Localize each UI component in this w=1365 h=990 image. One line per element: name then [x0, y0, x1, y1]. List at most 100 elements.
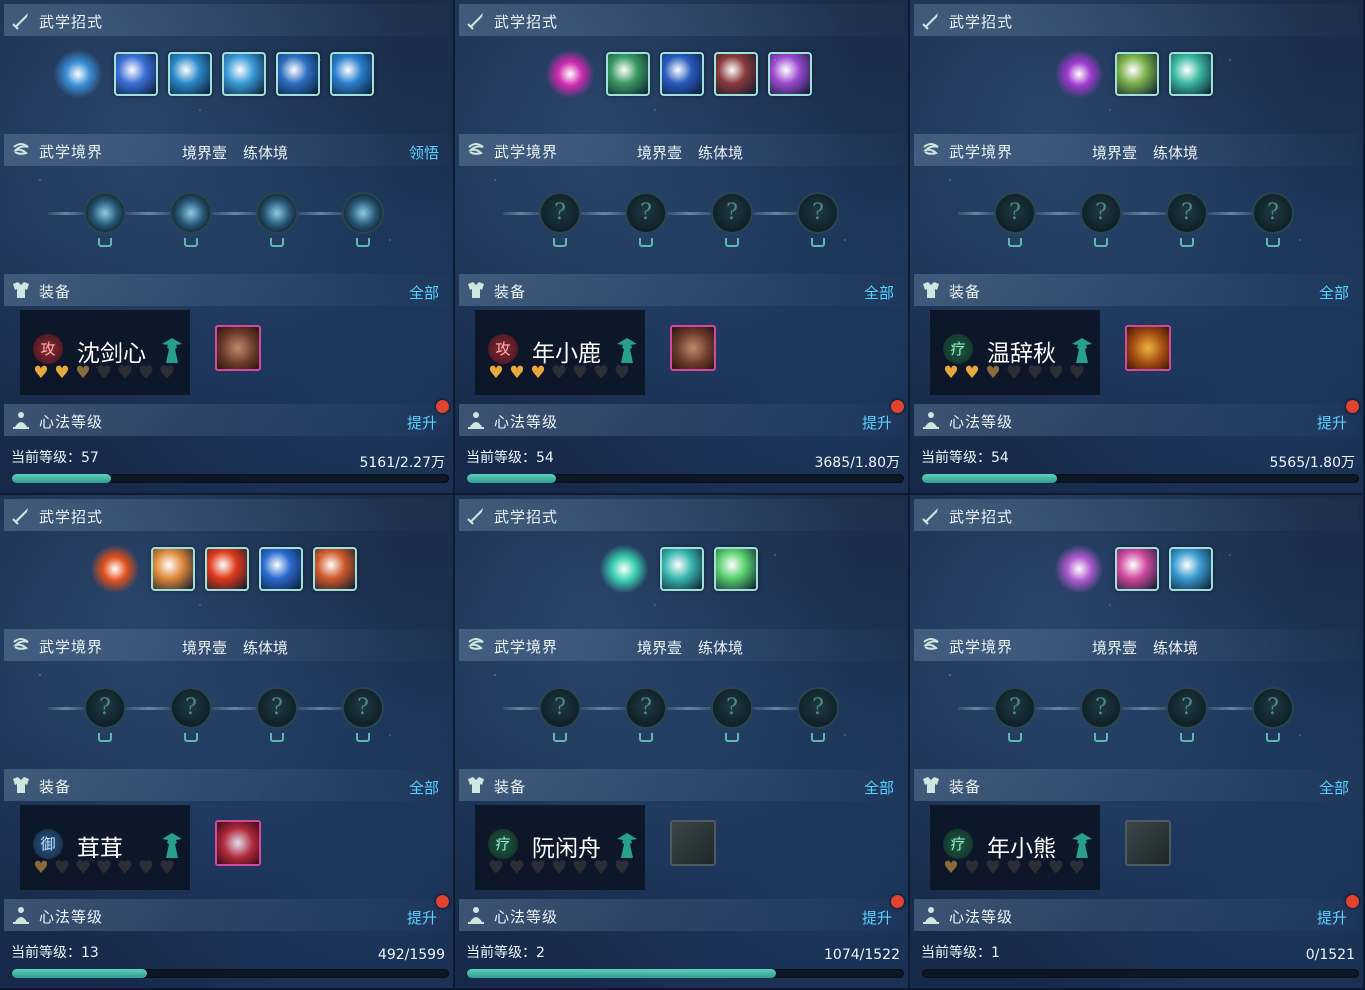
skill-icon[interactable] — [168, 52, 212, 96]
realm-locked-node[interactable]: ? — [1166, 687, 1208, 729]
realm-locked-node[interactable]: ? — [797, 192, 839, 234]
realm-skill-node[interactable] — [342, 192, 384, 234]
hero-card[interactable]: 攻 沈剑心 ♥ ♥ ♥ ♥ ♥ ♥ ♥ — [20, 310, 190, 395]
skill-icon[interactable] — [768, 52, 812, 96]
realm-locked-node[interactable]: ? — [342, 687, 384, 729]
equipped-item[interactable] — [215, 820, 261, 866]
main-skill-icon[interactable] — [600, 545, 648, 593]
main-skill-icon[interactable] — [54, 50, 102, 98]
skill-icon[interactable] — [1169, 547, 1213, 591]
equip-all-button[interactable]: 全部 — [1319, 282, 1349, 303]
realm-connector — [753, 212, 799, 215]
upgrade-button[interactable]: 提升 — [1317, 907, 1347, 928]
realm-locked-node[interactable]: ? — [84, 687, 126, 729]
skill-icon[interactable] — [276, 52, 320, 96]
realm-skill-node[interactable] — [256, 192, 298, 234]
realm-name: 练体境 — [698, 639, 744, 657]
realm-locked-node[interactable]: ? — [994, 192, 1036, 234]
realm-locked-node[interactable]: ? — [1080, 192, 1122, 234]
hero-card[interactable]: 疗 阮闲舟 ♥ ♥ ♥ ♥ ♥ ♥ ♥ — [475, 805, 645, 890]
upgrade-button[interactable]: 提升 — [862, 907, 892, 928]
heart-empty-icon: ♥ — [593, 363, 609, 383]
equip-all-button[interactable]: 全部 — [1319, 777, 1349, 798]
equipped-item[interactable] — [1125, 820, 1171, 866]
main-skill-icon[interactable] — [546, 50, 594, 98]
swirl-icon — [468, 638, 484, 650]
realm-locked-node[interactable]: ? — [797, 687, 839, 729]
realm-locked-node[interactable]: ? — [256, 687, 298, 729]
equip-all-button[interactable]: 全部 — [864, 282, 894, 303]
notification-dot — [436, 400, 449, 413]
skill-icon[interactable] — [1115, 52, 1159, 96]
star-rating: ♥ ♥ ♥ ♥ ♥ ♥ ♥ — [487, 365, 634, 382]
upgrade-button[interactable]: 提升 — [1317, 412, 1347, 433]
realm-connector — [1122, 212, 1168, 215]
hero-figure-icon — [162, 833, 182, 858]
realm-locked-node[interactable]: ? — [170, 687, 212, 729]
skill-icon[interactable] — [205, 547, 249, 591]
heart-empty-icon: ♥ — [75, 858, 91, 878]
main-skill-icon[interactable] — [1055, 50, 1103, 98]
main-skill-icon[interactable] — [1055, 545, 1103, 593]
realm-connector — [503, 212, 539, 215]
realm-skill-node[interactable] — [84, 192, 126, 234]
character-panel-2: 武学招式 武学境界 境界壹 练体境 ???? 装备 全部 攻 年小鹿 ♥ ♥ ♥ ♥ ♥… — [455, 0, 908, 493]
skill-icon[interactable] — [151, 547, 195, 591]
skill-icon[interactable] — [222, 52, 266, 96]
equipped-item[interactable] — [1125, 325, 1171, 371]
skill-icon[interactable] — [606, 52, 650, 96]
heart-empty-icon: ♥ — [54, 858, 70, 878]
armor-icon — [13, 282, 29, 298]
skill-icon[interactable] — [114, 52, 158, 96]
hero-card[interactable]: 疗 年小熊 ♥ ♥ ♥ ♥ ♥ ♥ ♥ — [930, 805, 1100, 890]
hero-card[interactable]: 御 茸茸 ♥ ♥ ♥ ♥ ♥ ♥ ♥ — [20, 805, 190, 890]
skill-icon[interactable] — [330, 52, 374, 96]
realm-locked-node[interactable]: ? — [539, 687, 581, 729]
skills-header: 武学招式 — [914, 499, 1359, 531]
star-rating: ♥ ♥ ♥ ♥ ♥ ♥ ♥ — [32, 860, 179, 877]
skill-icon[interactable] — [660, 547, 704, 591]
equipped-item[interactable] — [670, 325, 716, 371]
realm-locked-node[interactable]: ? — [1252, 687, 1294, 729]
skill-icon[interactable] — [660, 52, 704, 96]
realm-locked-node[interactable]: ? — [1252, 192, 1294, 234]
notification-dot — [891, 400, 904, 413]
heart-title: 心法等级 — [494, 413, 559, 431]
node-marker-icon — [639, 733, 653, 742]
equip-all-button[interactable]: 全部 — [409, 282, 439, 303]
skill-icon[interactable] — [313, 547, 357, 591]
realm-locked-node[interactable]: ? — [711, 192, 753, 234]
hero-card[interactable]: 攻 年小鹿 ♥ ♥ ♥ ♥ ♥ ♥ ♥ — [475, 310, 645, 395]
realm-locked-node[interactable]: ? — [994, 687, 1036, 729]
question-icon: ? — [640, 695, 652, 720]
exp-value: 5161/2.27万 — [359, 455, 445, 471]
skills-title: 武学招式 — [39, 13, 104, 31]
upgrade-button[interactable]: 提升 — [407, 907, 437, 928]
realm-locked-node[interactable]: ? — [1080, 687, 1122, 729]
comprehend-button[interactable]: 领悟 — [409, 142, 439, 163]
hero-figure-icon — [617, 833, 637, 858]
upgrade-button[interactable]: 提升 — [862, 412, 892, 433]
skill-icon[interactable] — [714, 547, 758, 591]
upgrade-button[interactable]: 提升 — [407, 412, 437, 433]
realm-locked-node[interactable]: ? — [625, 687, 667, 729]
realm-title: 武学境界 — [949, 638, 1014, 656]
skill-icon[interactable] — [259, 547, 303, 591]
equipped-item[interactable] — [670, 820, 716, 866]
equipped-item[interactable] — [215, 325, 261, 371]
star-rating: ♥ ♥ ♥ ♥ ♥ ♥ ♥ — [942, 860, 1089, 877]
realm-locked-node[interactable]: ? — [1166, 192, 1208, 234]
skill-icon[interactable] — [1169, 52, 1213, 96]
realm-skill-node[interactable] — [170, 192, 212, 234]
main-skill-icon[interactable] — [91, 545, 139, 593]
equip-all-button[interactable]: 全部 — [864, 777, 894, 798]
realm-locked-node[interactable]: ? — [711, 687, 753, 729]
realm-locked-node[interactable]: ? — [539, 192, 581, 234]
skill-icon[interactable] — [714, 52, 758, 96]
skill-icon[interactable] — [1115, 547, 1159, 591]
heart-full-icon: ♥ — [33, 363, 49, 383]
realm-name: 练体境 — [1153, 144, 1199, 162]
equip-all-button[interactable]: 全部 — [409, 777, 439, 798]
hero-card[interactable]: 疗 温辞秋 ♥ ♥ ♥ ♥ ♥ ♥ ♥ — [930, 310, 1100, 395]
realm-locked-node[interactable]: ? — [625, 192, 667, 234]
